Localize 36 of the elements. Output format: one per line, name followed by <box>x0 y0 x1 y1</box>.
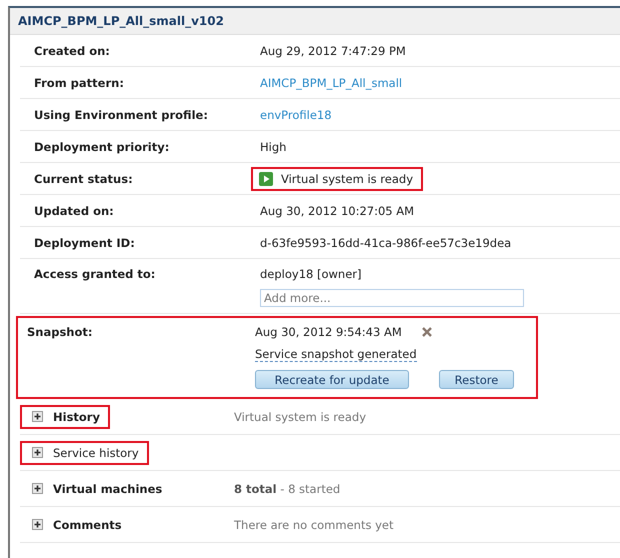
property-value: Aug 29, 2012 7:47:29 PM <box>260 44 406 58</box>
property-label: Using Environment profile: <box>34 108 209 122</box>
section-title[interactable]: Comments <box>53 518 122 532</box>
property-value: deploy18 [owner] <box>260 267 363 281</box>
property-value: d-63fe9593-16dd-41ca-986f-ee57c3e19dea <box>260 236 512 250</box>
property-label: Updated on: <box>34 204 115 218</box>
property-label: Access granted to: <box>34 267 156 281</box>
section-title[interactable]: History <box>53 410 100 424</box>
section-title[interactable]: Virtual machines <box>53 482 162 496</box>
expand-icon[interactable] <box>32 447 43 458</box>
input-field[interactable]: Add more... <box>260 289 524 307</box>
action-button[interactable]: Restore <box>439 370 514 389</box>
section-summary: There are no comments yet <box>234 518 394 532</box>
property-label: Snapshot: <box>27 325 94 339</box>
expand-icon[interactable] <box>32 411 43 422</box>
property-label: Deployment priority: <box>34 140 170 154</box>
snapshot-date: Aug 30, 2012 9:54:43 AM <box>255 325 402 339</box>
property-label: From pattern: <box>34 76 125 90</box>
property-value: Aug 30, 2012 10:27:05 AM <box>260 204 414 218</box>
action-button[interactable]: Recreate for update <box>255 370 409 389</box>
section-summary: Virtual system is ready <box>234 410 366 424</box>
expand-icon[interactable] <box>32 519 43 530</box>
status-text: Virtual system is ready <box>281 172 414 186</box>
property-label: Created on: <box>34 44 111 58</box>
section-summary: 8 total - 8 started <box>234 482 340 496</box>
window-title: AIMCP_BPM_LP_All_small_v102 <box>18 14 224 28</box>
property-label: Deployment ID: <box>34 236 136 250</box>
property-label: Current status: <box>34 172 134 186</box>
snapshot-status[interactable]: Service snapshot generated <box>255 347 417 362</box>
property-link[interactable]: envProfile18 <box>260 108 332 122</box>
property-link[interactable]: AIMCP_BPM_LP_All_small <box>260 76 402 90</box>
delete-icon[interactable] <box>422 327 432 337</box>
section-title[interactable]: Service history <box>53 446 139 460</box>
expand-icon[interactable] <box>32 483 43 494</box>
property-value: High <box>260 140 286 154</box>
play-icon <box>259 172 273 186</box>
